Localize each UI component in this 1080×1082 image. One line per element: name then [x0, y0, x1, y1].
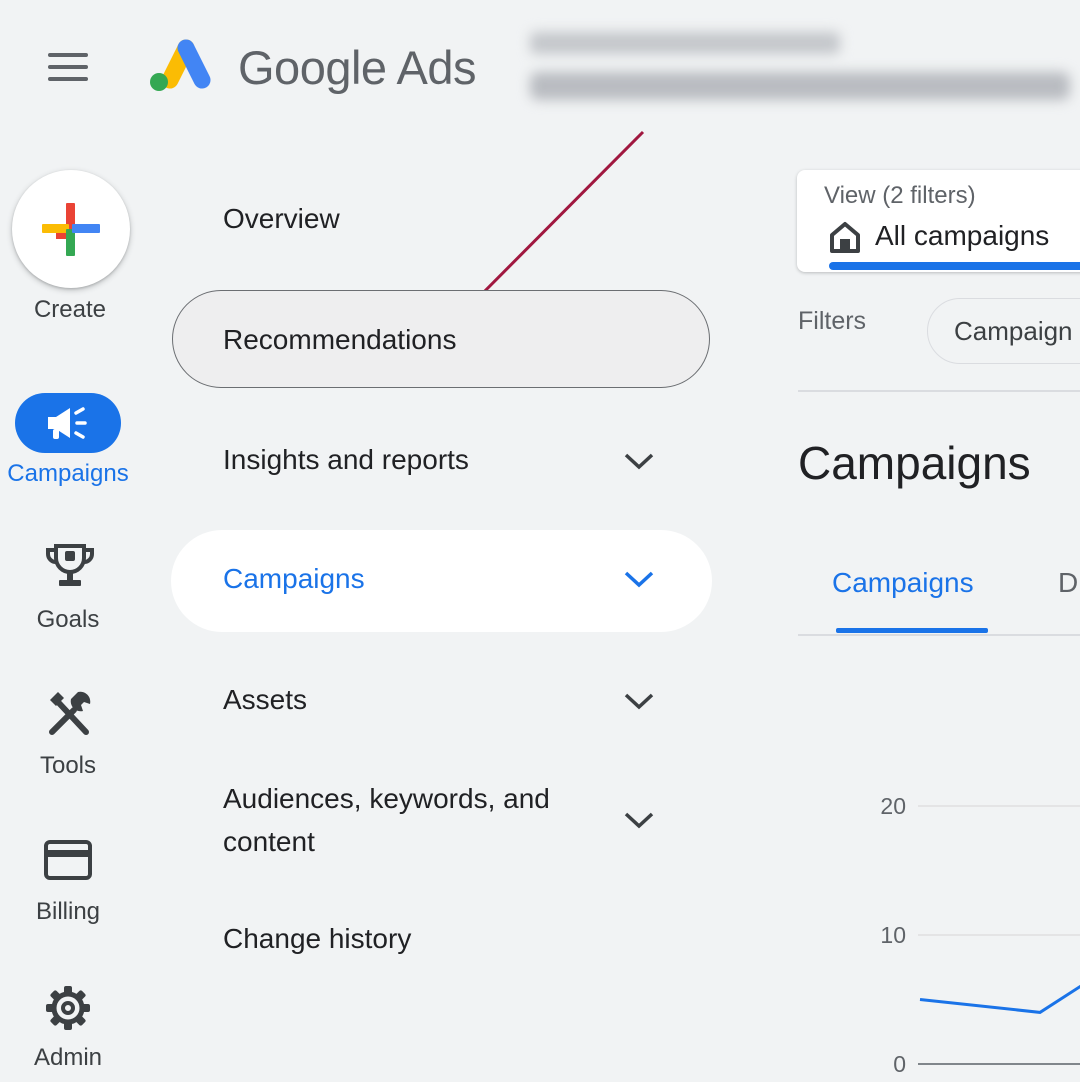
view-value: All campaigns — [875, 220, 1050, 251]
filter-chip-label: Campaign — [954, 316, 1073, 346]
campaigns-active-pill — [15, 393, 121, 453]
google-ads-logo-icon — [150, 39, 211, 91]
nav-item-recommendations[interactable]: Recommendations — [172, 290, 710, 388]
tools-icon — [49, 691, 91, 735]
gear-icon — [46, 986, 90, 1030]
page-title: Campaigns — [798, 437, 1031, 489]
megaphone-icon — [48, 407, 87, 439]
nav-item-assets[interactable]: Assets — [172, 670, 712, 730]
nav-item-label: Campaigns — [223, 563, 365, 594]
chevron-down-icon — [624, 453, 654, 470]
view-active-underline — [829, 262, 1080, 270]
nav-item-label: Recommendations — [223, 324, 457, 355]
nav-item-label-line2: content — [223, 826, 315, 857]
chevron-down-icon — [624, 571, 654, 588]
divider — [798, 390, 1080, 392]
nav-item-insights-and-reports[interactable]: Insights and reports — [172, 430, 712, 490]
tab-second[interactable]: D — [1058, 567, 1078, 599]
plus-icon — [42, 203, 100, 256]
chevron-down-icon — [624, 812, 654, 829]
tab-campaigns[interactable]: Campaigns — [832, 567, 974, 599]
nav-item-label: Audiences, keywords, and — [223, 783, 550, 814]
nav-item-change-history[interactable]: Change history — [223, 923, 411, 955]
rail-item-billing[interactable]: Billing — [0, 838, 140, 938]
chart-y-tick-label: 10 — [880, 922, 906, 948]
performance-chart: 20 10 0 — [880, 793, 1080, 1077]
nav-item-label: Insights and reports — [223, 444, 469, 475]
hamburger-menu-icon[interactable] — [46, 50, 90, 84]
rail-item-label: Billing — [35, 898, 101, 925]
nav-item-audiences-keywords-content[interactable]: Audiences, keywords, and content — [172, 775, 712, 870]
chart-y-tick-label: 0 — [893, 1051, 906, 1077]
rail-item-label: Campaigns — [7, 460, 129, 487]
rail-item-tools[interactable]: Tools — [0, 688, 140, 788]
account-info-blurred — [530, 28, 1080, 108]
trophy-icon — [46, 544, 94, 586]
filters-label: Filters — [798, 307, 867, 335]
nav-item-label: Assets — [223, 684, 308, 715]
chart-y-tick-label: 20 — [880, 793, 906, 819]
rail-item-label: Tools — [39, 752, 97, 779]
create-button[interactable] — [12, 170, 130, 288]
filter-chip-campaign[interactable]: Campaign — [927, 298, 1080, 364]
app-title: Google Ads — [238, 41, 477, 94]
view-selector[interactable]: View (2 filters) All campaigns — [797, 170, 1080, 272]
view-caption: View (2 filters) — [824, 182, 976, 209]
rail-item-goals[interactable]: Goals — [0, 538, 140, 638]
rail-item-admin[interactable]: Admin — [0, 982, 140, 1082]
chevron-down-icon — [624, 693, 654, 710]
chart-series-line — [919, 984, 1080, 1014]
rail-item-campaigns[interactable]: Campaigns — [0, 390, 140, 490]
credit-card-icon — [44, 840, 92, 880]
home-icon — [830, 222, 860, 253]
divider — [798, 634, 1080, 636]
nav-item-overview[interactable]: Overview — [223, 203, 340, 235]
nav-item-campaigns[interactable]: Campaigns — [171, 530, 712, 632]
tab-active-underline — [836, 628, 988, 633]
rail-item-label: Admin — [33, 1044, 103, 1071]
rail-item-label: Goals — [36, 606, 100, 633]
create-label: Create — [33, 296, 107, 323]
